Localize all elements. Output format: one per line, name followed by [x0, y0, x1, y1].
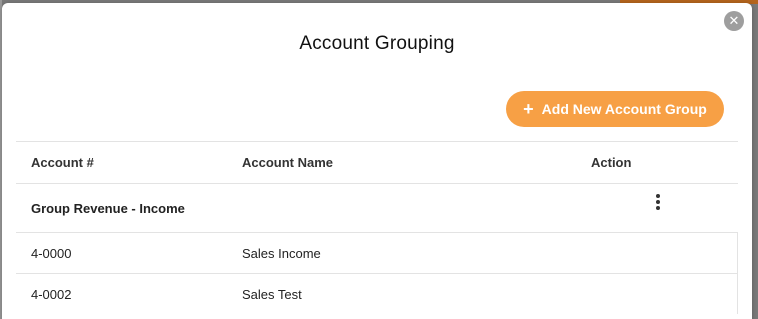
column-header-action: Action: [591, 155, 632, 170]
modal-title: Account Grouping: [299, 33, 455, 54]
table-row: 4-0002 Sales Test: [16, 273, 738, 314]
table-row: 4-0000 Sales Income: [16, 232, 738, 273]
account-number-cell: 4-0002: [31, 286, 72, 302]
account-number-cell: 4-0000: [31, 245, 72, 261]
column-header-account-number: Account #: [31, 155, 94, 170]
plus-icon: +: [523, 99, 534, 119]
table-header-row: Account # Account Name Action: [16, 141, 738, 183]
close-icon[interactable]: ✕: [724, 11, 744, 31]
account-name-cell: Sales Test: [242, 286, 302, 302]
account-group-table: Account # Account Name Action Group Reve…: [16, 141, 738, 314]
column-header-account-name: Account Name: [242, 155, 334, 170]
account-name-cell: Sales Income: [242, 245, 321, 261]
group-label: Group Revenue - Income: [31, 200, 185, 216]
add-new-account-group-label: Add New Account Group: [541, 101, 707, 117]
kebab-menu-icon[interactable]: [648, 190, 668, 214]
group-row: Group Revenue - Income: [16, 183, 738, 232]
account-grouping-modal: ✕ Account Grouping + Add New Account Gro…: [2, 3, 752, 319]
add-new-account-group-button[interactable]: + Add New Account Group: [506, 91, 724, 127]
